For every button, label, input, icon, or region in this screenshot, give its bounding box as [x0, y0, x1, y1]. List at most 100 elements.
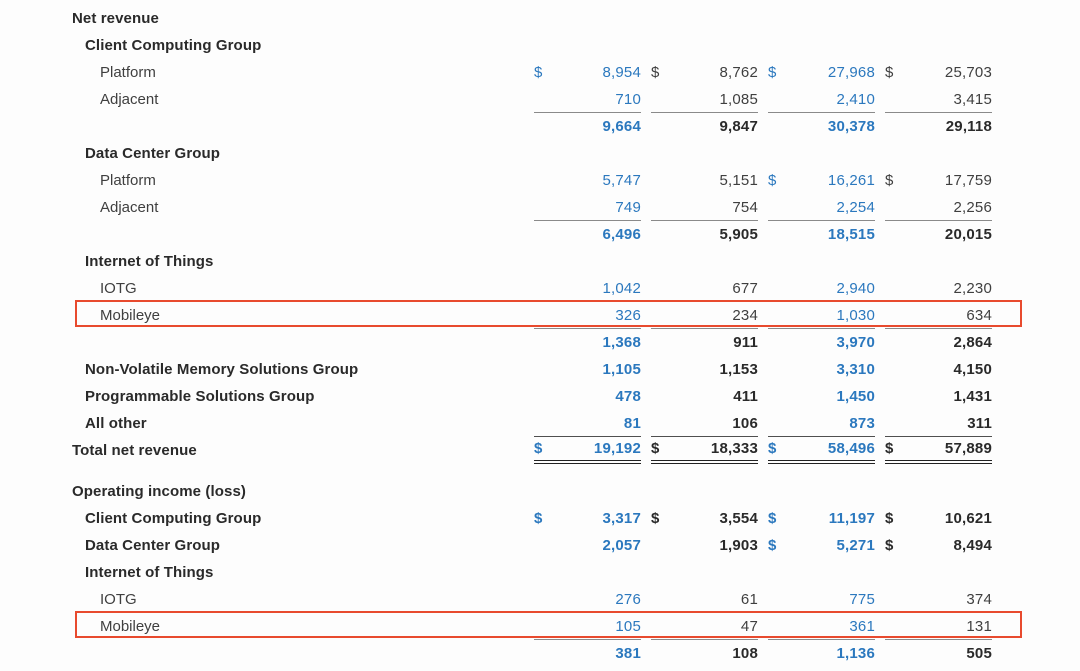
cell-oi-ccg-col4: $10,621	[885, 505, 992, 532]
row-label: Client Computing Group	[85, 510, 262, 527]
cell-value: 1,903	[719, 537, 758, 554]
cell-iot-iotg-col4: 2,230	[885, 275, 992, 302]
row-nvm-group: Non-Volatile Memory Solutions Group 1,105…	[0, 356, 992, 383]
row-ccg-adjacent: Adjacent 710 1,085 2,410 3,415	[0, 86, 992, 113]
cell-total-net-revenue-col1: $19,192	[534, 437, 641, 464]
dollar-sign: $	[651, 64, 660, 81]
cell-value: 3,415	[953, 90, 992, 108]
dollar-sign: $	[885, 440, 894, 457]
dollar-sign: $	[651, 510, 660, 527]
row-operating-income-header: Operating income (loss)	[0, 478, 992, 505]
row-label: Client Computing Group	[85, 37, 262, 54]
cell-value: 47	[740, 617, 758, 635]
dollar-sign: $	[768, 64, 777, 81]
cell-value: 18,515	[827, 226, 875, 243]
row-label: Mobileye	[100, 618, 161, 635]
cell-value: 276	[615, 591, 641, 608]
row-label: Internet of Things	[85, 564, 214, 581]
row-dcg-header: Data Center Group	[0, 140, 992, 167]
cell-value: 478	[615, 388, 641, 405]
cell-value: 20,015	[944, 226, 992, 243]
cell-value: 677	[732, 280, 758, 297]
cell-iot-subtotal-col4: 2,864	[885, 329, 992, 356]
row-label: Non-Volatile Memory Solutions Group	[85, 361, 359, 378]
row-label: Platform	[100, 172, 156, 189]
row-oi-subtotal: 381 108 1,136 505	[0, 640, 992, 667]
row-ccg-platform: Platform $8,954 $8,762 $27,968 $25,703	[0, 59, 992, 86]
cell-value: 4,150	[953, 361, 992, 378]
cell-value: 634	[966, 306, 992, 324]
cell-value: 8,494	[953, 537, 992, 554]
cell-psg-group-col4: 1,431	[885, 383, 992, 410]
row-label: Internet of Things	[85, 253, 214, 270]
cell-oi-subtotal-col1: 381	[534, 640, 641, 667]
cell-oi-ccg-col3: $11,197	[768, 505, 875, 532]
cell-value: 1,450	[836, 388, 875, 405]
cell-value: 5,151	[719, 172, 758, 189]
cell-ccg-subtotal-col1: 9,664	[534, 113, 641, 140]
cell-dcg-platform-col4: $17,759	[885, 167, 992, 194]
dollar-sign: $	[651, 440, 660, 457]
cell-value: 9,847	[719, 118, 758, 135]
dollar-sign: $	[768, 510, 777, 527]
cell-value: 2,230	[953, 280, 992, 297]
cell-oi-ccg-col1: $3,317	[534, 505, 641, 532]
cell-ccg-platform-col1: $8,954	[534, 59, 641, 86]
cell-oi-dcg-col4: $8,494	[885, 532, 992, 559]
cell-all-other-col4: 311	[885, 410, 992, 437]
dollar-sign: $	[885, 172, 894, 189]
cell-iot-subtotal-col2: 911	[651, 329, 758, 356]
cell-value: 381	[615, 645, 641, 662]
cell-value: 106	[732, 414, 758, 432]
cell-dcg-platform-col3: $16,261	[768, 167, 875, 194]
cell-value: 911	[733, 334, 758, 351]
cell-ccg-platform-col2: $8,762	[651, 59, 758, 86]
cell-oi-mobileye-col1: 105	[534, 613, 641, 640]
row-dcg-subtotal: 6,496 5,905 18,515 20,015	[0, 221, 992, 248]
cell-oi-iotg-col1: 276	[534, 586, 641, 613]
cell-value: 2,864	[953, 334, 992, 351]
cell-iot-mobileye-col1: 326	[534, 302, 641, 329]
cell-iot-subtotal-col3: 3,970	[768, 329, 875, 356]
cell-all-other-col3: 873	[768, 410, 875, 437]
cell-value: 81	[623, 414, 641, 432]
cell-oi-dcg-col2: 1,903	[651, 532, 758, 559]
row-iot-subtotal: 1,368 911 3,970 2,864	[0, 329, 992, 356]
cell-value: 131	[966, 617, 992, 635]
cell-value: 1,042	[602, 280, 641, 297]
cell-total-net-revenue-col2: $18,333	[651, 437, 758, 464]
cell-value: 105	[615, 617, 641, 635]
cell-value: 17,759	[944, 172, 992, 189]
cell-oi-subtotal-col4: 505	[885, 640, 992, 667]
cell-value: 10,621	[944, 510, 992, 527]
cell-dcg-adjacent-col1: 749	[534, 194, 641, 221]
row-label: Platform	[100, 64, 156, 81]
cell-oi-iotg-col3: 775	[768, 586, 875, 613]
row-oi-mobileye: Mobileye 105 47 361 131	[0, 611, 1022, 640]
cell-value: 5,747	[602, 172, 641, 189]
cell-ccg-adjacent-col4: 3,415	[885, 86, 992, 113]
cell-value: 505	[966, 645, 992, 662]
cell-psg-group-col3: 1,450	[768, 383, 875, 410]
cell-iot-mobileye-col4: 634	[885, 302, 992, 329]
row-label: Operating income (loss)	[72, 483, 246, 500]
cell-dcg-subtotal-col3: 18,515	[768, 221, 875, 248]
cell-ccg-adjacent-col1: 710	[534, 86, 641, 113]
row-label: Data Center Group	[85, 145, 221, 162]
row-label: All other	[85, 415, 147, 432]
row-oi-ccg: Client Computing Group $3,317 $3,554 $11,19…	[0, 505, 992, 532]
cell-value: 361	[849, 617, 875, 635]
cell-value: 61	[740, 591, 758, 608]
cell-all-other-col2: 106	[651, 410, 758, 437]
cell-value: 25,703	[944, 64, 992, 81]
cell-oi-mobileye-col2: 47	[651, 613, 758, 640]
cell-all-other-col1: 81	[534, 410, 641, 437]
cell-value: 30,378	[827, 118, 875, 135]
row-label: Net revenue	[72, 10, 159, 27]
cell-value: 374	[966, 591, 992, 608]
cell-dcg-adjacent-col4: 2,256	[885, 194, 992, 221]
cell-iot-subtotal-col1: 1,368	[534, 329, 641, 356]
cell-value: 8,954	[602, 64, 641, 81]
cell-value: 1,153	[719, 361, 758, 378]
row-oi-iotg: IOTG 276 61 775 374	[0, 586, 992, 613]
